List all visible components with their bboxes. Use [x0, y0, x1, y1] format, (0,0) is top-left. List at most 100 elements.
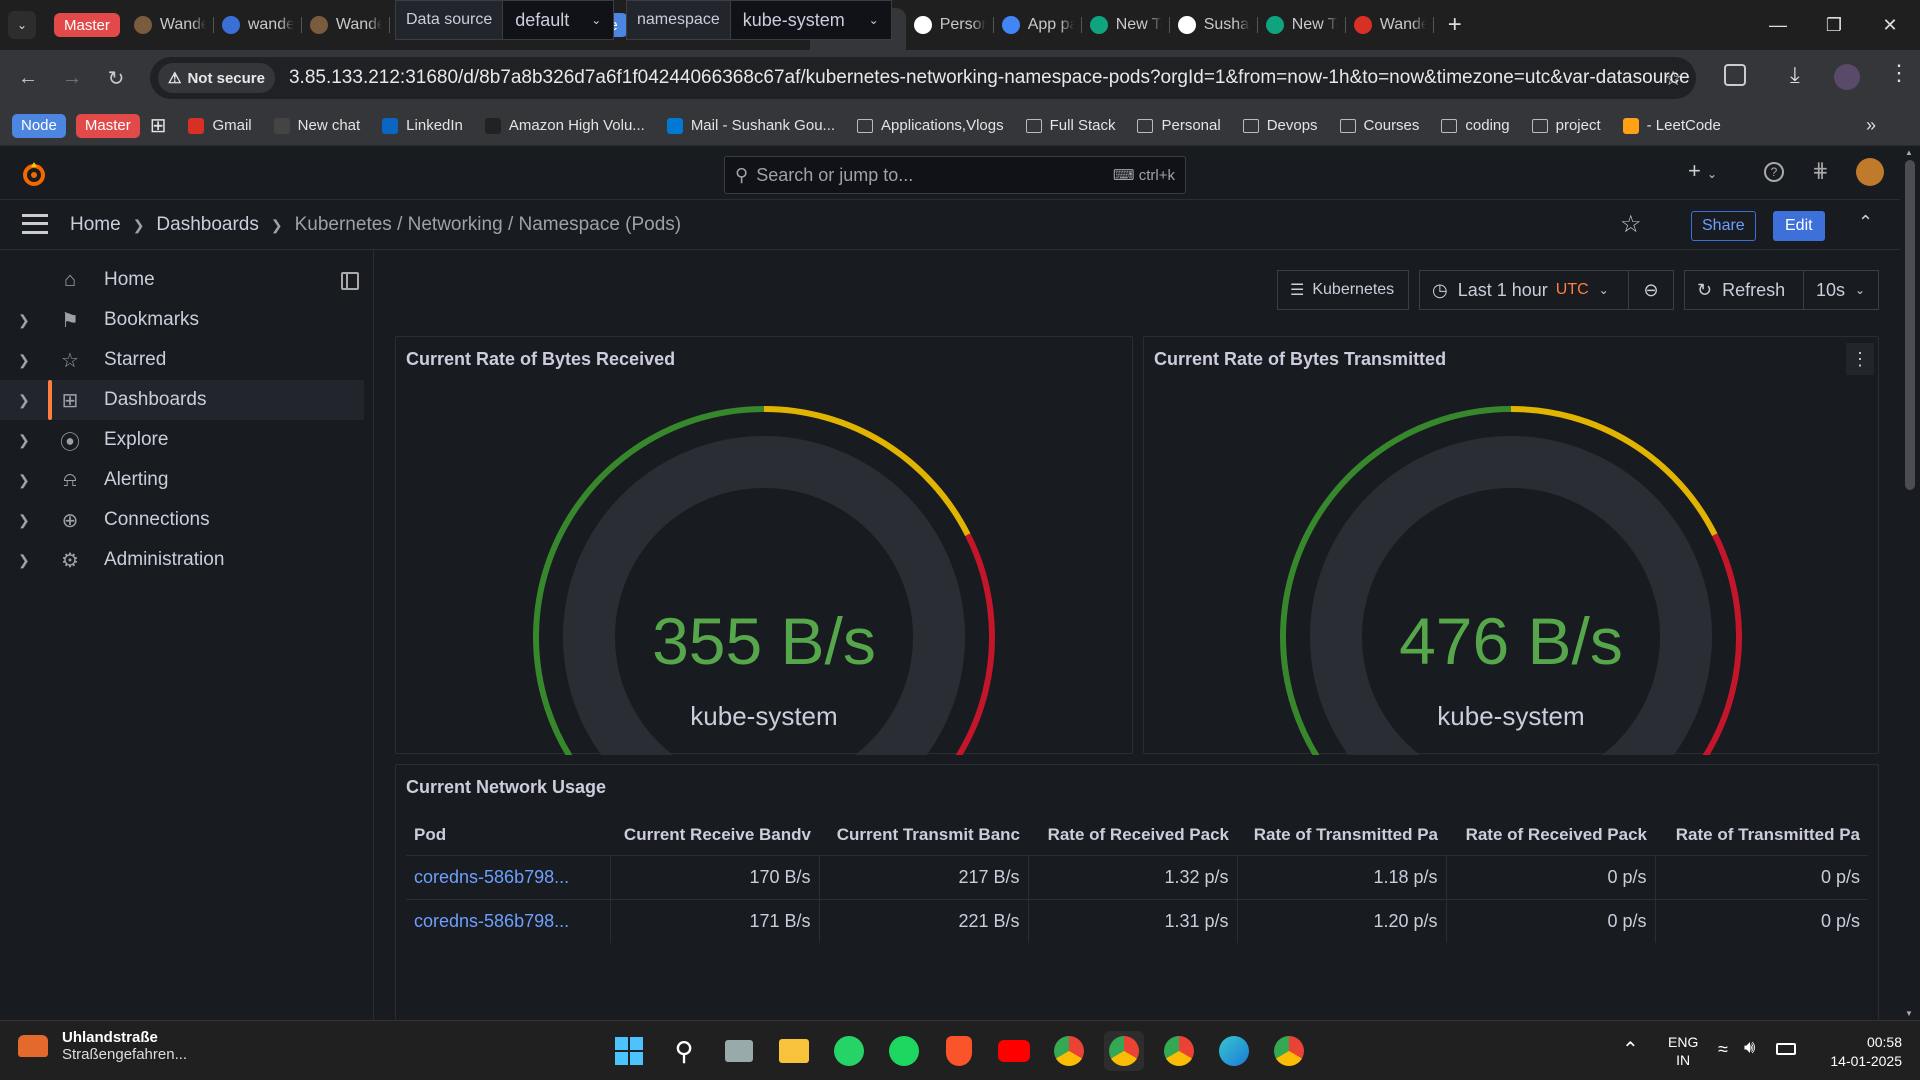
new-tab-button[interactable]: +: [1448, 11, 1462, 39]
bookmark-folder[interactable]: Applications,Vlogs: [857, 117, 1004, 134]
browser-tab[interactable]: Sushan: [1170, 8, 1258, 42]
share-button[interactable]: Share: [1691, 211, 1756, 241]
breadcrumb-home[interactable]: Home: [70, 214, 121, 236]
refresh-interval-select[interactable]: 10s ⌄: [1803, 270, 1879, 310]
help-icon[interactable]: ?: [1764, 162, 1784, 182]
minimize-button[interactable]: —: [1750, 0, 1806, 50]
time-picker[interactable]: ◷ Last 1 hour UTC ⌄: [1419, 270, 1629, 310]
star-dashboard-icon[interactable]: ☆: [1620, 210, 1642, 239]
browser-tab[interactable]: App pa: [994, 8, 1082, 42]
tab-search-button[interactable]: ⌄: [8, 11, 36, 39]
edge-icon[interactable]: [1214, 1031, 1254, 1071]
weather-widget[interactable]: Uhlandstraße Straßengefahren...: [18, 1029, 187, 1063]
browser-tab[interactable]: Wande: [302, 8, 390, 42]
pod-link[interactable]: coredns-586b798...: [406, 854, 610, 899]
chrome-profile-icon[interactable]: [1159, 1031, 1199, 1071]
bookmark-star-icon[interactable]: ☆: [1664, 66, 1682, 91]
task-view-icon[interactable]: [719, 1031, 759, 1071]
sidebar-item-dashboards[interactable]: ❯ ⊞ Dashboards: [0, 380, 364, 420]
close-window-button[interactable]: ✕: [1862, 0, 1918, 50]
forward-button[interactable]: →: [52, 58, 92, 98]
pod-link[interactable]: coredns-586b798...: [406, 898, 610, 943]
edit-button[interactable]: Edit: [1773, 211, 1825, 241]
bookmark-folder[interactable]: coding: [1441, 117, 1510, 134]
table-header[interactable]: Rate of Received Pack: [1028, 815, 1237, 855]
sidebar-item-starred[interactable]: ❯ ☆ Starred: [0, 340, 364, 380]
table-header[interactable]: Current Receive Bandv: [610, 815, 819, 855]
chevron-right-icon[interactable]: ❯: [18, 432, 30, 449]
refresh-button[interactable]: ↻ Refresh: [1684, 270, 1804, 310]
table-header[interactable]: Rate of Transmitted Pa: [1655, 815, 1868, 855]
chevron-right-icon[interactable]: ❯: [18, 472, 30, 489]
search-input[interactable]: ⚲ Search or jump to... ⌨ ctrl+k: [724, 156, 1186, 194]
bookmark-folder[interactable]: Devops: [1242, 117, 1318, 134]
scroll-up-icon[interactable]: ▲: [1905, 148, 1913, 157]
browser-tab[interactable]: Wande: [1346, 8, 1434, 42]
namespace-variable[interactable]: namespace kube-system ⌄: [626, 0, 892, 40]
battery-icon[interactable]: [1776, 1043, 1796, 1055]
search-taskbar-icon[interactable]: ⚲: [664, 1031, 704, 1071]
menu-toggle-icon[interactable]: [22, 214, 48, 234]
table-header[interactable]: Rate of Received Pack: [1446, 815, 1655, 855]
bookmark-folder[interactable]: Personal: [1137, 117, 1221, 134]
language-indicator[interactable]: ENG IN: [1668, 1033, 1698, 1069]
file-explorer-icon[interactable]: [774, 1031, 814, 1071]
news-rss-icon[interactable]: ⋕: [1812, 158, 1829, 183]
more-bookmarks-icon[interactable]: »: [1866, 115, 1876, 136]
sidebar-item-explore[interactable]: ❯ ⦿ Explore: [0, 420, 364, 460]
download-icon[interactable]: ⤓: [1790, 62, 1800, 88]
bookmark-folder[interactable]: Full Stack: [1025, 117, 1115, 134]
spotify-icon[interactable]: [884, 1031, 924, 1071]
bookmark-link[interactable]: LinkedIn: [382, 117, 463, 134]
browser-tab[interactable]: Wande: [126, 8, 214, 42]
omnibox[interactable]: ⚠ Not secure 3.85.133.212:31680/d/8b7a8b…: [150, 57, 1696, 99]
apps-grid-icon[interactable]: ⊞: [150, 113, 167, 138]
extensions-icon[interactable]: [1724, 64, 1746, 86]
tab-group-label[interactable]: Master: [54, 13, 120, 37]
start-button[interactable]: [609, 1031, 649, 1071]
bookmark-group[interactable]: Master: [75, 113, 140, 138]
back-button[interactable]: ←: [8, 58, 48, 98]
datasource-variable[interactable]: Data source default ⌄: [395, 0, 615, 40]
kubernetes-links-button[interactable]: ☰ Kubernetes: [1277, 270, 1409, 310]
table-header[interactable]: Pod: [406, 815, 610, 855]
scrollbar-thumb[interactable]: [1905, 160, 1915, 490]
table-header[interactable]: Current Transmit Banc: [819, 815, 1028, 855]
scroll-down-icon[interactable]: ▼: [1905, 1009, 1913, 1018]
youtube-icon[interactable]: [994, 1031, 1034, 1071]
chevron-right-icon[interactable]: ❯: [18, 352, 30, 369]
browser-tab[interactable]: Person: [906, 8, 994, 42]
chrome-profile-2-icon[interactable]: [1269, 1031, 1309, 1071]
browser-tab[interactable]: New Ta: [1258, 8, 1346, 42]
bookmark-link[interactable]: Amazon High Volu...: [484, 117, 645, 134]
profile-avatar[interactable]: [1834, 64, 1860, 90]
page-scrollbar[interactable]: ▲ ▼: [1900, 146, 1920, 1020]
chevron-right-icon[interactable]: ❯: [18, 312, 30, 329]
collapse-chevron-icon[interactable]: ⌃: [1858, 212, 1873, 233]
datasource-select[interactable]: default ⌄: [503, 1, 614, 39]
chevron-right-icon[interactable]: ❯: [18, 392, 30, 409]
browser-tab[interactable]: New Ta: [1082, 8, 1170, 42]
sidebar-item-home[interactable]: ⌂ Home: [0, 260, 364, 300]
tray-overflow-icon[interactable]: ⌃: [1622, 1037, 1639, 1062]
maximize-button[interactable]: ❐: [1806, 0, 1862, 50]
breadcrumb-dashboards[interactable]: Dashboards: [156, 214, 258, 236]
wifi-icon[interactable]: ≈: [1718, 1039, 1728, 1060]
sidebar-item-connections[interactable]: ❯ ⊕ Connections: [0, 500, 364, 540]
user-avatar[interactable]: [1856, 158, 1884, 186]
bookmark-folder[interactable]: Courses: [1339, 117, 1419, 134]
bookmark-link[interactable]: - LeetCode: [1622, 117, 1721, 134]
clock[interactable]: 00:58 14-01-2025: [1812, 1033, 1902, 1071]
chevron-right-icon[interactable]: ❯: [18, 512, 30, 529]
chrome-active-icon[interactable]: [1104, 1031, 1144, 1071]
grafana-logo-icon[interactable]: [20, 160, 48, 188]
bookmark-link[interactable]: Gmail: [188, 117, 252, 134]
sidebar-item-bookmarks[interactable]: ❯ ⚑ Bookmarks: [0, 300, 364, 340]
bookmark-group[interactable]: Node: [12, 113, 66, 138]
namespace-select[interactable]: kube-system ⌄: [730, 1, 891, 39]
security-chip[interactable]: ⚠ Not secure: [158, 63, 275, 93]
table-header[interactable]: Rate of Transmitted Pa: [1237, 815, 1446, 855]
add-new-button[interactable]: + ⌄: [1688, 158, 1717, 184]
browser-menu-icon[interactable]: ⋮: [1888, 60, 1910, 86]
bookmark-link[interactable]: New chat: [273, 117, 360, 134]
